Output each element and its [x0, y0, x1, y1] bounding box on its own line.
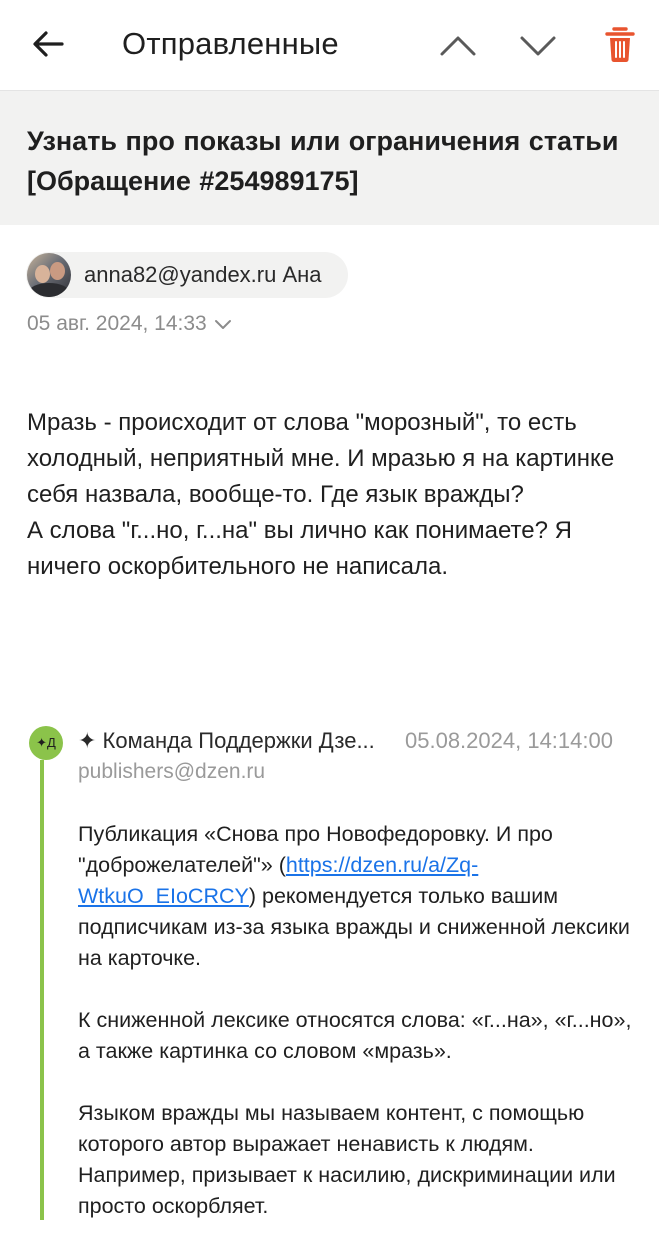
folder-title: Отправленные — [122, 26, 339, 61]
email-subject: Узнать про показы или ограничения статьи… — [27, 126, 619, 196]
quote-paragraph: Публикация «Снова про Новофедоровку. И п… — [78, 819, 638, 974]
chevron-down-icon[interactable] — [516, 26, 560, 66]
quote-bar — [40, 760, 44, 1220]
date-text: 05 авг. 2024, 14:33 — [27, 312, 207, 335]
subject-bar: Узнать про показы или ограничения статьи… — [0, 91, 659, 225]
quote-sender[interactable]: ✦ Команда Поддержки Дзе... — [78, 728, 388, 754]
top-toolbar: Отправленные — [0, 0, 659, 91]
quote-date: 05.08.2024, 14:14:00 — [405, 728, 613, 753]
quoted-message: Публикация «Снова про Новофедоровку. И п… — [78, 819, 638, 1253]
message-paragraph: Мразь - происходит от слова "морозный", … — [27, 409, 615, 508]
quote-paragraph: Языком вражды мы называем контент, с пом… — [78, 1101, 616, 1218]
message-date[interactable]: 05 авг. 2024, 14:33 — [27, 312, 233, 336]
quote-avatar: ✦Д — [29, 726, 63, 760]
message-body: Мразь - происходит от слова "морозный", … — [27, 405, 637, 585]
sender-chip[interactable]: anna82@yandex.ru Ана — [26, 252, 348, 298]
chevron-up-icon[interactable] — [436, 26, 480, 66]
trash-icon[interactable] — [600, 24, 640, 66]
quote-paragraph: К сниженной лексике относятся слова: «г.… — [78, 1008, 632, 1063]
avatar — [27, 253, 71, 297]
message-paragraph: А слова "г...но, г...на" вы лично как по… — [27, 517, 572, 580]
sender-label: anna82@yandex.ru Ана — [84, 262, 322, 287]
quote-email: publishers@dzen.ru — [78, 760, 266, 783]
back-arrow-icon[interactable] — [28, 24, 68, 64]
chevron-down-icon[interactable] — [213, 317, 233, 331]
